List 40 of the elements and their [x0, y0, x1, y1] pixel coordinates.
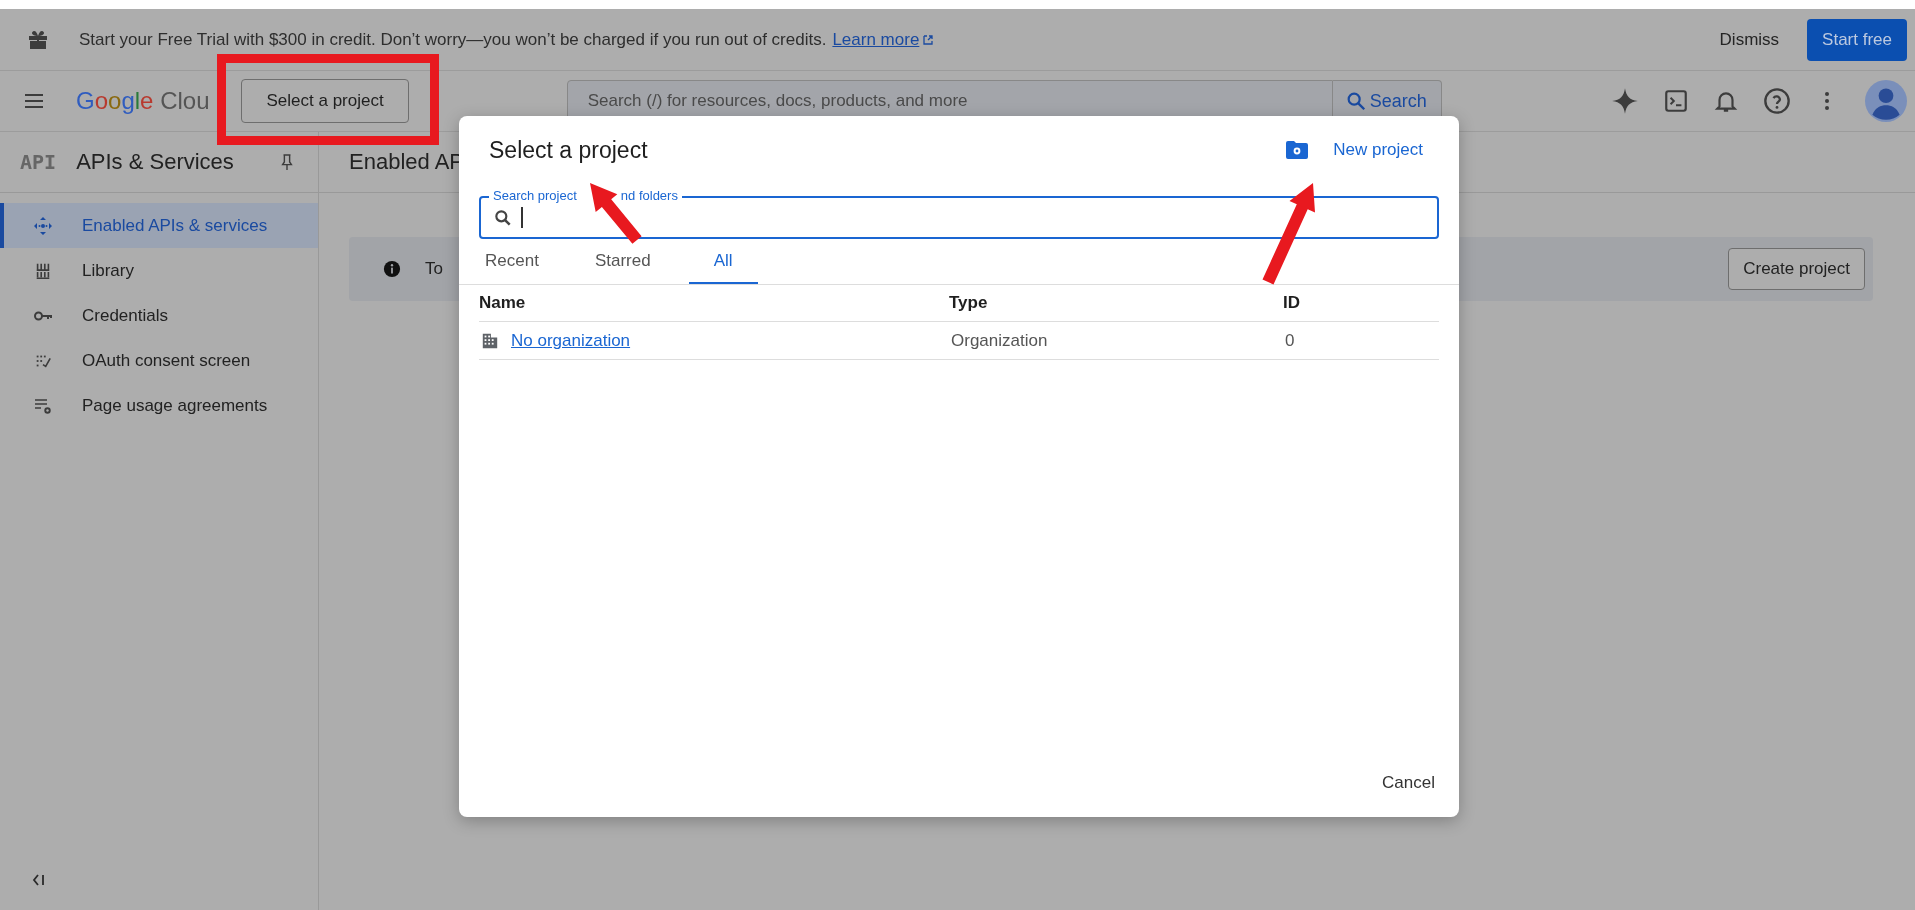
column-header: ID [1283, 293, 1301, 313]
info-text: To [425, 259, 443, 279]
tab[interactable]: Recent [467, 241, 557, 284]
table-cell-text: 0 [1285, 330, 1296, 351]
sparkle-icon[interactable] [1611, 87, 1639, 115]
start-free-button[interactable]: Start free [1807, 18, 1907, 61]
nav-item[interactable]: Page usage agreements [0, 383, 318, 428]
tab[interactable]: All [688, 241, 758, 284]
nav-item[interactable]: OAuth consent screen [0, 338, 318, 383]
terminal-icon[interactable] [1663, 88, 1689, 114]
column-header: Name [479, 293, 527, 313]
project-picker-button[interactable]: Select a project [241, 79, 409, 123]
cancel-button[interactable]: Cancel [1378, 767, 1439, 799]
nav-item[interactable]: Library [0, 248, 318, 293]
new-project-link[interactable]: New project [1333, 140, 1423, 160]
column-header: Type [949, 293, 989, 313]
create-project-button[interactable]: Create project [1728, 248, 1865, 290]
folder-gear-icon[interactable] [1285, 140, 1310, 160]
text-cursor [521, 207, 523, 228]
trial-message: Start your Free Trial with $300 in credit. Don’t worry—you won’t be charged if you run out of credits. [79, 29, 827, 50]
nav-item[interactable]: Credentials [0, 293, 318, 338]
dialog-title: Select a project [489, 136, 648, 164]
help-icon[interactable] [1763, 87, 1791, 115]
table-cell-text: Organization [951, 330, 1049, 351]
building-icon [481, 331, 499, 350]
tab[interactable]: Starred [576, 241, 669, 284]
diamond-dots-icon [32, 215, 54, 236]
collapse-icon[interactable] [32, 874, 46, 886]
dismiss-button[interactable]: Dismiss [1713, 28, 1786, 51]
pin-icon[interactable] [280, 153, 294, 171]
api-logo: API [20, 150, 57, 174]
field-label: Search project [493, 188, 577, 204]
external-link-icon [922, 33, 935, 46]
organization-link[interactable]: No organization [511, 330, 631, 351]
field-label: nd folders [620, 188, 678, 204]
info-icon [383, 260, 401, 278]
learn-more-link[interactable]: Learn more [832, 29, 935, 50]
section-title: APIs & Services [76, 149, 234, 175]
avatar-icon[interactable] [1865, 80, 1907, 122]
search-icon [493, 208, 513, 228]
